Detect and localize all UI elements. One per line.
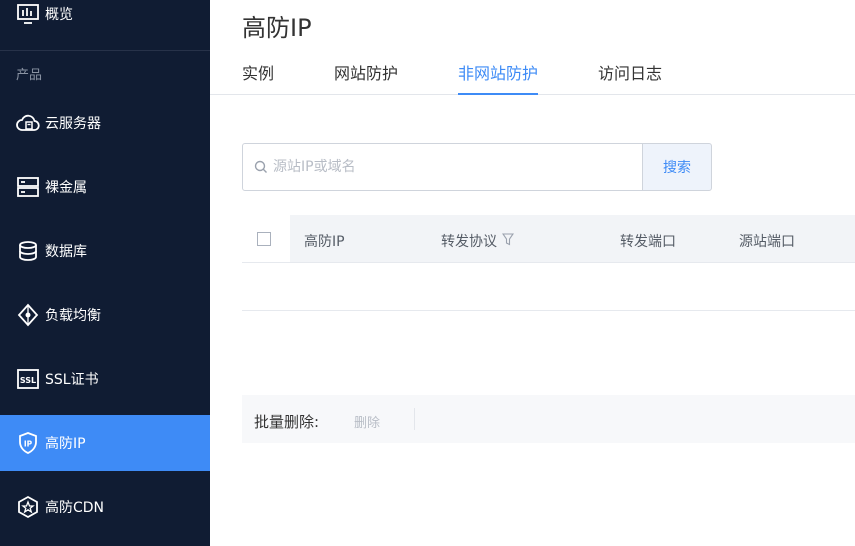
sidebar-item-load-balancer[interactable]: 负载均衡 [0,287,210,343]
sidebar-item-label: SSL证书 [45,372,99,388]
sidebar-item-anti-ddos-cdn[interactable]: 高防CDN [0,479,210,535]
shield-ip-icon: IP [19,432,37,454]
batch-divider [414,408,415,430]
sidebar: 概览 产品 云服务器 裸金属 数据库 负载均衡 SSL SSL证书 IP 高防I… [0,0,210,546]
sidebar-group-title: 产品 [16,68,43,83]
column-header-forward-port: 转发端口 [620,234,676,250]
sidebar-item-label: 云服务器 [45,116,101,132]
sidebar-item-label: 裸金属 [45,180,87,196]
ssl-certificate-icon: SSL [17,369,39,389]
svg-text:IP: IP [24,440,33,449]
column-header-origin-port: 源站端口 [739,234,795,250]
search-box [242,143,643,191]
bare-metal-icon [17,177,39,197]
sidebar-item-label: 负载均衡 [45,308,101,324]
select-all-checkbox[interactable] [257,232,271,246]
anti-ddos-cdn-icon [18,495,38,519]
active-tab-indicator [458,93,538,95]
tab-non-website-protection[interactable]: 非网站防护 [458,60,538,84]
load-balancer-icon [17,303,39,327]
search-button[interactable]: 搜索 [642,143,712,191]
batch-delete-button[interactable]: 删除 [354,412,380,431]
column-header-forward-protocol: 转发协议 [441,234,497,250]
cloud-server-icon [16,114,40,131]
sidebar-item-bare-metal[interactable]: 裸金属 [0,159,210,215]
tab-website-protection[interactable]: 网站防护 [334,60,398,84]
tab-access-logs[interactable]: 访问日志 [598,60,662,84]
search-icon [254,160,267,173]
batch-action-bar [242,395,855,443]
sidebar-item-anti-ddos-ip[interactable]: IP 高防IP [0,415,210,471]
sidebar-item-label: 高防CDN [45,500,105,516]
sidebar-item-ssl[interactable]: SSL SSL证书 [0,351,210,407]
database-icon [19,241,37,261]
svg-text:SSL: SSL [20,376,36,385]
column-header-anti-ddos-ip: 高防IP [304,234,345,250]
table-row-divider [242,310,855,311]
sidebar-item-label: 数据库 [45,244,87,260]
filter-icon[interactable] [502,233,514,246]
sidebar-item-label: 高防IP [45,436,86,452]
tab-instances[interactable]: 实例 [242,60,274,84]
sidebar-item-database[interactable]: 数据库 [0,223,210,279]
sidebar-item-cloud-server[interactable]: 云服务器 [0,95,210,151]
sidebar-divider [0,50,210,51]
page-title: 高防IP [242,14,312,42]
table-row-divider [242,262,855,263]
batch-delete-label: 批量删除: [254,413,320,431]
sidebar-item-overview[interactable]: 概览 [0,0,210,42]
sidebar-item-label: 概览 [45,7,73,23]
main-content: 高防IP 实例 网站防护 非网站防护 访问日志 搜索 高防IP 转发协议 转发端… [210,0,855,546]
dashboard-icon [17,4,39,24]
search-input[interactable] [273,145,633,189]
